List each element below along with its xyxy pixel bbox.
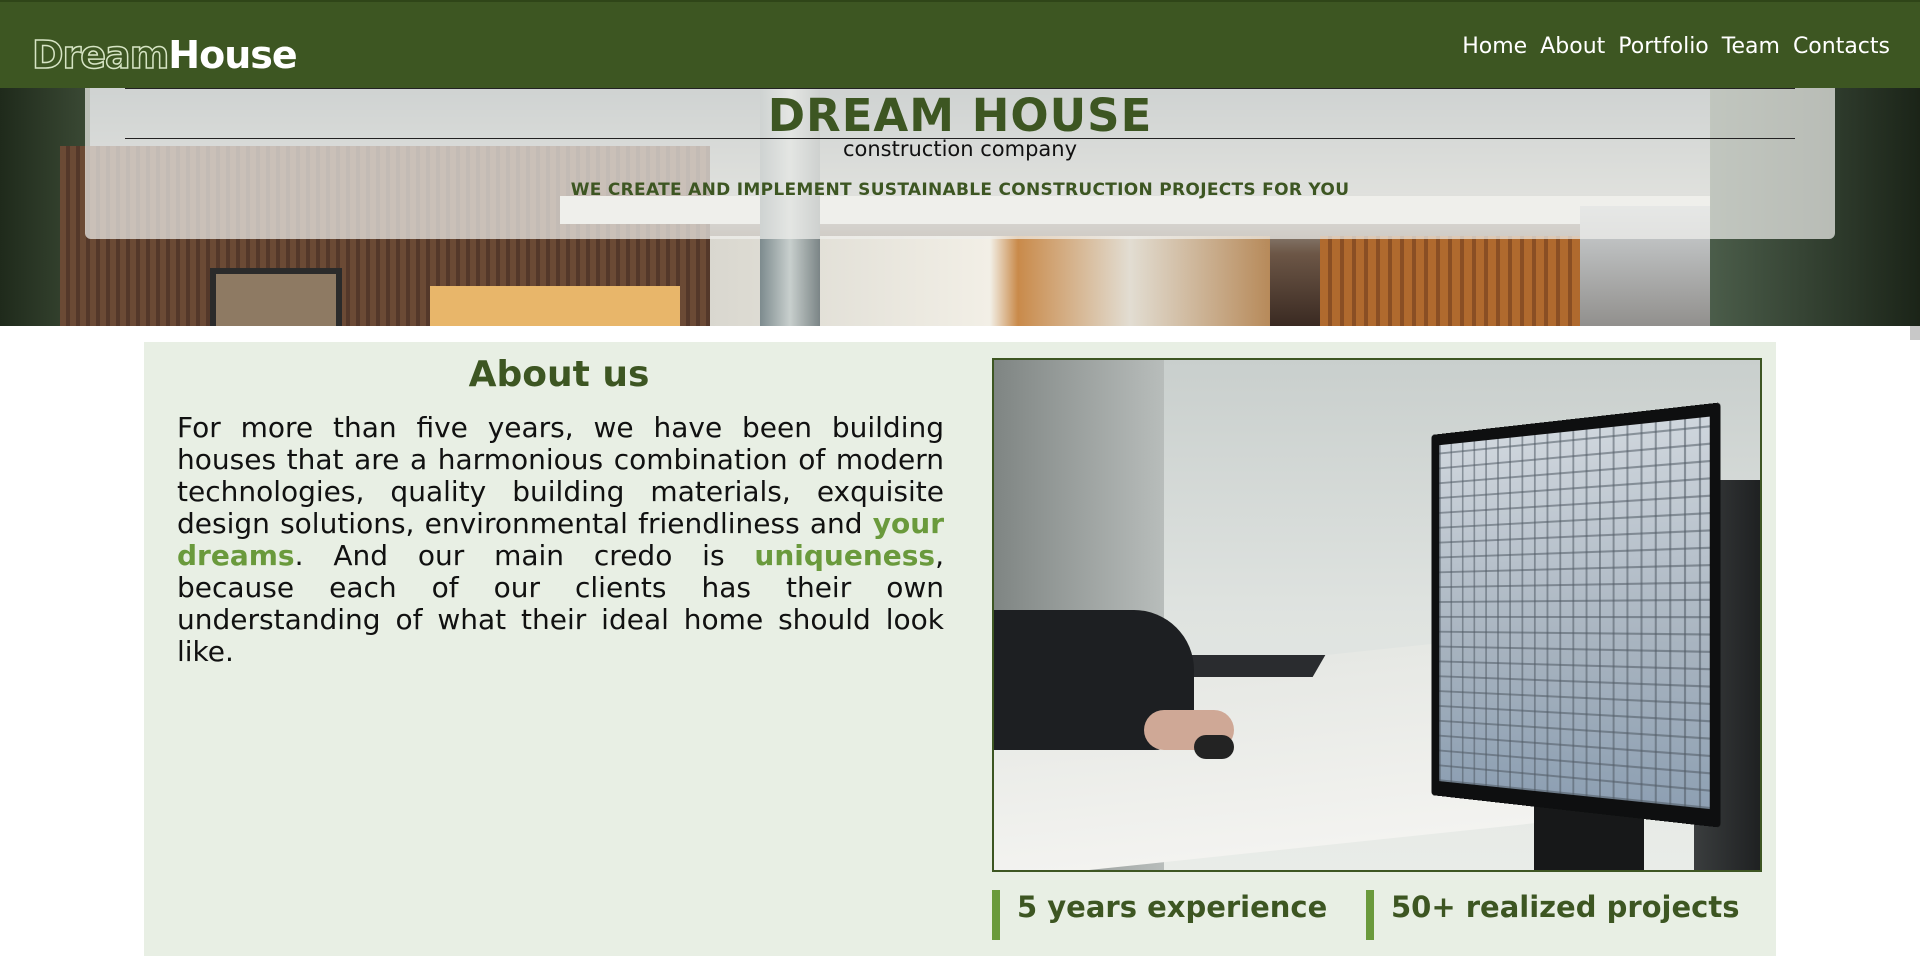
- page-scrollbar-marker: [1910, 326, 1920, 340]
- about-text-part1: For more than five years, we have been b…: [177, 411, 944, 540]
- top-navbar: DreamHouse Home About Portfolio Team Con…: [0, 0, 1920, 88]
- nav-links: Home About Portfolio Team Contacts: [1462, 30, 1890, 64]
- nav-link-about[interactable]: About: [1540, 30, 1605, 64]
- hero-image-lit-window: [430, 286, 680, 326]
- nav-link-home[interactable]: Home: [1462, 30, 1527, 64]
- about-highlight-uniqueness: uniqueness: [754, 539, 936, 572]
- hero-banner: DREAM HOUSE construction company WE CREA…: [0, 86, 1920, 326]
- stat-projects: 50+ realized projects: [1366, 890, 1739, 940]
- about-text-part2: . And our main credo is: [294, 539, 755, 572]
- hero-title-card: DREAM HOUSE construction company WE CREA…: [85, 86, 1835, 239]
- hero-image-window: [210, 268, 342, 326]
- photo-monitor: [1431, 402, 1721, 828]
- nav-link-team[interactable]: Team: [1722, 30, 1780, 64]
- photo-monitor-screen: [1439, 416, 1710, 810]
- hero-tagline: WE CREATE AND IMPLEMENT SUSTAINABLE CONS…: [570, 180, 1350, 200]
- about-description: For more than five years, we have been b…: [177, 412, 944, 668]
- nav-link-contacts[interactable]: Contacts: [1793, 30, 1890, 64]
- stat-experience: 5 years experience: [992, 890, 1327, 940]
- nav-link-portfolio[interactable]: Portfolio: [1618, 30, 1709, 64]
- hero-image-wood-panels: [1320, 236, 1580, 326]
- hero-title: DREAM HOUSE: [767, 89, 1153, 142]
- photo-keyboard: [1172, 655, 1326, 677]
- photo-mouse: [1194, 735, 1234, 759]
- logo-dream-text: Dream: [31, 32, 170, 78]
- hero-subtitle: construction company: [842, 137, 1078, 161]
- about-title: About us: [468, 354, 650, 395]
- logo-house-text: House: [168, 33, 297, 77]
- site-logo[interactable]: DreamHouse: [31, 32, 297, 78]
- about-photo-computer: [992, 358, 1762, 872]
- about-section: About us For more than five years, we ha…: [144, 342, 1776, 956]
